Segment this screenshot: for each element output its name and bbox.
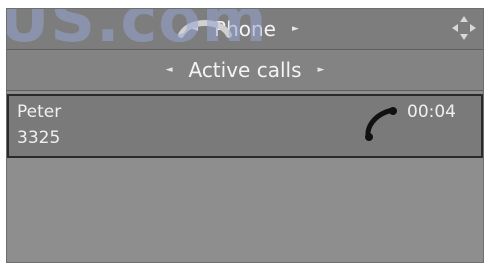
phone-screen: US.com ◄ Phone ► ◄ Active calls ► Peter … (6, 8, 484, 263)
subheader-bar: ◄ Active calls ► (7, 50, 483, 91)
caller-name: Peter (17, 102, 62, 122)
subheader-next-arrow[interactable]: ► (302, 65, 341, 75)
caller-number: 3325 (17, 128, 61, 148)
header-next-arrow[interactable]: ► (276, 24, 315, 34)
active-call-row[interactable]: Peter 3325 00:04 (7, 94, 483, 158)
subheader-title: Active calls (188, 58, 302, 82)
call-duration: 00:04 (407, 102, 456, 122)
move-arrows-icon[interactable] (449, 13, 479, 43)
phone-handset-icon (178, 20, 232, 38)
subheader-prev-arrow[interactable]: ◄ (150, 65, 189, 75)
handset-icon (365, 107, 397, 141)
header-bar: ◄ Phone ► (7, 9, 483, 50)
